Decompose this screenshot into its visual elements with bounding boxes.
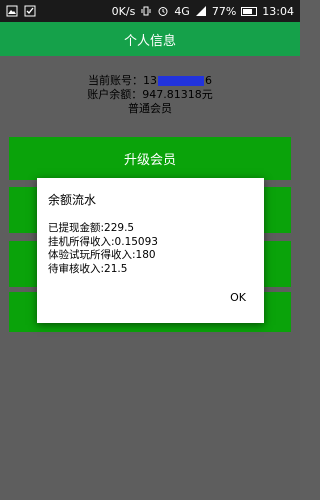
title-bar: 个人信息: [0, 22, 300, 56]
row-value: 21.5: [104, 262, 128, 275]
ok-button[interactable]: OK: [230, 291, 246, 304]
row-value: 229.5: [104, 222, 135, 234]
row-value: 0.15093: [114, 235, 158, 248]
account-phone-line: 当前账号：13 6: [0, 74, 300, 88]
status-bar: 0K/s 4G 77% 13:04: [0, 0, 300, 22]
alarm-icon: [158, 7, 168, 16]
row-label: 待审核收入:: [48, 262, 105, 275]
battery-icon: [241, 6, 258, 16]
page-title: 个人信息: [123, 33, 176, 49]
withdrawn-amount-row: 已提现金额:229.5: [48, 222, 158, 236]
dialog-body: 已提现金额:229.5 挂机所得收入:0.15093 体验试玩所得收入:180 …: [48, 222, 158, 276]
row-value: 180: [135, 249, 156, 261]
balance-flow-dialog: 余额流水 已提现金额:229.5 挂机所得收入:0.15093 体验试玩所得收入…: [37, 178, 264, 323]
trial-income-row: 体验试玩所得收入:180: [48, 249, 158, 263]
signal-icon: [195, 6, 206, 16]
phone-suffix: 6: [205, 74, 212, 87]
upgrade-member-label: 升级会员: [123, 152, 176, 167]
status-indicators: 0K/s 4G 77% 13:04: [112, 5, 294, 18]
balance-value: 947.81318元: [142, 88, 213, 101]
row-label: 已提现金额:: [48, 222, 105, 234]
checkbox-icon: [24, 5, 36, 17]
phone-prefix: 13: [143, 74, 157, 87]
phone-label: 当前账号：: [88, 74, 143, 87]
row-label: 体验试玩所得收入:: [48, 249, 136, 261]
upgrade-member-button[interactable]: 升级会员: [9, 137, 291, 180]
account-balance-line: 账户余额：947.81318元: [0, 88, 300, 102]
clock: 13:04: [262, 4, 294, 18]
network-speed: 0K/s: [111, 4, 136, 18]
account-info: 当前账号：13 6 账户余额：947.81318元 普通会员: [0, 74, 300, 116]
row-label: 挂机所得收入:: [48, 235, 115, 248]
pending-income-row: 待审核收入:21.5: [48, 263, 158, 277]
dialog-title: 余额流水: [48, 193, 97, 207]
vibrate-icon: [141, 6, 151, 16]
network-type: 4G: [174, 4, 190, 18]
battery-level: 77%: [211, 4, 237, 18]
phone-redaction: [158, 76, 204, 86]
idle-income-row: 挂机所得收入:0.15093: [48, 236, 158, 250]
member-level: 普通会员: [128, 102, 172, 115]
balance-label: 账户余额：: [87, 88, 143, 101]
image-icon: [6, 5, 18, 17]
status-notifications: [6, 5, 36, 17]
